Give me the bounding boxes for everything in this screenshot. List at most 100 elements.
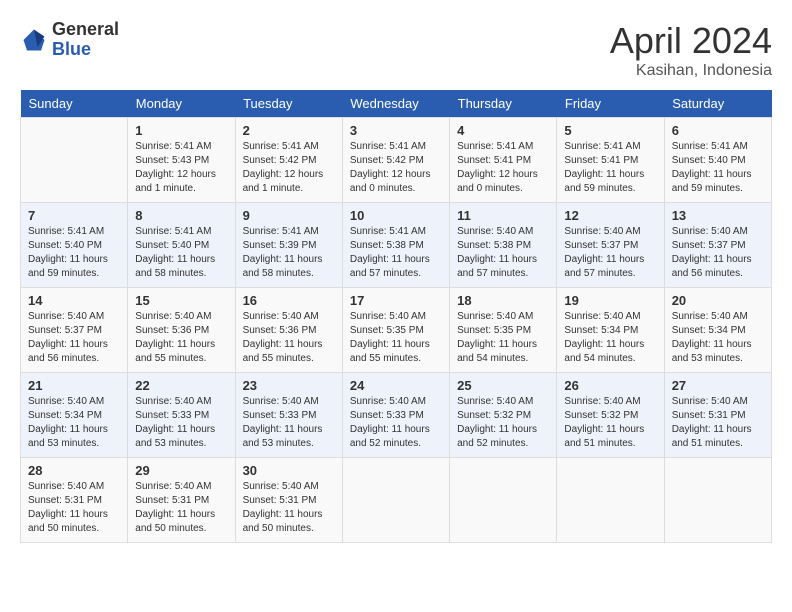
day-number: 21 [28,378,120,393]
calendar-cell [664,458,771,543]
week-row-4: 21 Sunrise: 5:40 AM Sunset: 5:34 PM Dayli… [21,373,772,458]
calendar-cell: 13 Sunrise: 5:40 AM Sunset: 5:37 PM Dayli… [664,203,771,288]
week-row-1: 1 Sunrise: 5:41 AM Sunset: 5:43 PM Daylig… [21,118,772,203]
day-info: Sunrise: 5:40 AM Sunset: 5:34 PM Dayligh… [28,395,120,451]
calendar-cell: 6 Sunrise: 5:41 AM Sunset: 5:40 PM Daylig… [664,118,771,203]
week-row-3: 14 Sunrise: 5:40 AM Sunset: 5:37 PM Dayli… [21,288,772,373]
calendar-cell: 26 Sunrise: 5:40 AM Sunset: 5:32 PM Dayli… [557,373,664,458]
day-number: 7 [28,208,120,223]
calendar-cell: 25 Sunrise: 5:40 AM Sunset: 5:32 PM Dayli… [450,373,557,458]
day-info: Sunrise: 5:40 AM Sunset: 5:33 PM Dayligh… [350,395,442,451]
day-info: Sunrise: 5:40 AM Sunset: 5:33 PM Dayligh… [243,395,335,451]
weekday-header-row: SundayMondayTuesdayWednesdayThursdayFrid… [21,90,772,118]
week-row-5: 28 Sunrise: 5:40 AM Sunset: 5:31 PM Dayli… [21,458,772,543]
day-number: 2 [243,123,335,138]
day-info: Sunrise: 5:40 AM Sunset: 5:31 PM Dayligh… [135,480,227,536]
calendar-cell: 9 Sunrise: 5:41 AM Sunset: 5:39 PM Daylig… [235,203,342,288]
calendar-cell [342,458,449,543]
day-number: 11 [457,208,549,223]
calendar-table: SundayMondayTuesdayWednesdayThursdayFrid… [20,90,772,543]
day-info: Sunrise: 5:40 AM Sunset: 5:36 PM Dayligh… [243,310,335,366]
day-info: Sunrise: 5:40 AM Sunset: 5:31 PM Dayligh… [28,480,120,536]
day-info: Sunrise: 5:41 AM Sunset: 5:41 PM Dayligh… [457,140,549,196]
day-info: Sunrise: 5:41 AM Sunset: 5:42 PM Dayligh… [243,140,335,196]
day-number: 20 [672,293,764,308]
day-info: Sunrise: 5:40 AM Sunset: 5:34 PM Dayligh… [564,310,656,366]
day-info: Sunrise: 5:40 AM Sunset: 5:31 PM Dayligh… [672,395,764,451]
weekday-header-thursday: Thursday [450,90,557,118]
day-number: 30 [243,463,335,478]
day-number: 13 [672,208,764,223]
calendar-cell: 1 Sunrise: 5:41 AM Sunset: 5:43 PM Daylig… [128,118,235,203]
day-info: Sunrise: 5:41 AM Sunset: 5:40 PM Dayligh… [28,225,120,281]
day-info: Sunrise: 5:41 AM Sunset: 5:43 PM Dayligh… [135,140,227,196]
day-number: 8 [135,208,227,223]
calendar-cell: 12 Sunrise: 5:40 AM Sunset: 5:37 PM Dayli… [557,203,664,288]
day-number: 6 [672,123,764,138]
day-number: 27 [672,378,764,393]
calendar-cell: 27 Sunrise: 5:40 AM Sunset: 5:31 PM Dayli… [664,373,771,458]
day-number: 12 [564,208,656,223]
day-number: 10 [350,208,442,223]
weekday-header-sunday: Sunday [21,90,128,118]
calendar-cell [557,458,664,543]
calendar-cell: 23Sunrise: 5:40 AM Sunset: 5:33 PM Dayli… [235,373,342,458]
day-info: Sunrise: 5:40 AM Sunset: 5:32 PM Dayligh… [457,395,549,451]
day-number: 26 [564,378,656,393]
calendar-cell: 29 Sunrise: 5:40 AM Sunset: 5:31 PM Dayli… [128,458,235,543]
weekday-header-tuesday: Tuesday [235,90,342,118]
day-info: Sunrise: 5:40 AM Sunset: 5:37 PM Dayligh… [672,225,764,281]
day-info: Sunrise: 5:41 AM Sunset: 5:40 PM Dayligh… [135,225,227,281]
week-row-2: 7 Sunrise: 5:41 AM Sunset: 5:40 PM Daylig… [21,203,772,288]
day-info: Sunrise: 5:41 AM Sunset: 5:41 PM Dayligh… [564,140,656,196]
calendar-cell: 18Sunrise: 5:40 AM Sunset: 5:35 PM Dayli… [450,288,557,373]
day-number: 25 [457,378,549,393]
calendar-cell: 10 Sunrise: 5:41 AM Sunset: 5:38 PM Dayli… [342,203,449,288]
day-number: 29 [135,463,227,478]
logo: General Blue [20,20,119,60]
calendar-cell: 5 Sunrise: 5:41 AM Sunset: 5:41 PM Daylig… [557,118,664,203]
day-info: Sunrise: 5:41 AM Sunset: 5:39 PM Dayligh… [243,225,335,281]
day-number: 5 [564,123,656,138]
day-number: 9 [243,208,335,223]
calendar-cell: 19 Sunrise: 5:40 AM Sunset: 5:34 PM Dayli… [557,288,664,373]
day-info: Sunrise: 5:40 AM Sunset: 5:37 PM Dayligh… [564,225,656,281]
day-info: Sunrise: 5:40 AM Sunset: 5:35 PM Dayligh… [350,310,442,366]
day-info: Sunrise: 5:40 AM Sunset: 5:31 PM Dayligh… [243,480,335,536]
day-info: Sunrise: 5:41 AM Sunset: 5:42 PM Dayligh… [350,140,442,196]
logo-blue-text: Blue [52,40,119,60]
calendar-cell: 16Sunrise: 5:40 AM Sunset: 5:36 PM Dayli… [235,288,342,373]
month-title: April 2024 [610,20,772,62]
day-number: 28 [28,463,120,478]
day-info: Sunrise: 5:40 AM Sunset: 5:32 PM Dayligh… [564,395,656,451]
day-info: Sunrise: 5:41 AM Sunset: 5:40 PM Dayligh… [672,140,764,196]
day-number: 22 [135,378,227,393]
calendar-cell: 15 Sunrise: 5:40 AM Sunset: 5:36 PM Dayli… [128,288,235,373]
calendar-cell [21,118,128,203]
day-number: 15 [135,293,227,308]
calendar-cell: 11 Sunrise: 5:40 AM Sunset: 5:38 PM Dayli… [450,203,557,288]
day-info: Sunrise: 5:40 AM Sunset: 5:34 PM Dayligh… [672,310,764,366]
day-number: 17 [350,293,442,308]
title-block: April 2024 Kasihan, Indonesia [610,20,772,80]
day-info: Sunrise: 5:40 AM Sunset: 5:33 PM Dayligh… [135,395,227,451]
day-number: 24 [350,378,442,393]
day-number: 18 [457,293,549,308]
calendar-cell: 28 Sunrise: 5:40 AM Sunset: 5:31 PM Dayli… [21,458,128,543]
weekday-header-wednesday: Wednesday [342,90,449,118]
day-info: Sunrise: 5:40 AM Sunset: 5:38 PM Dayligh… [457,225,549,281]
calendar-cell: 21 Sunrise: 5:40 AM Sunset: 5:34 PM Dayli… [21,373,128,458]
page-header: General Blue April 2024 Kasihan, Indones… [20,20,772,80]
day-number: 19 [564,293,656,308]
day-number: 3 [350,123,442,138]
calendar-cell: 14 Sunrise: 5:40 AM Sunset: 5:37 PM Dayli… [21,288,128,373]
calendar-cell: 22 Sunrise: 5:40 AM Sunset: 5:33 PM Dayli… [128,373,235,458]
day-info: Sunrise: 5:40 AM Sunset: 5:36 PM Dayligh… [135,310,227,366]
calendar-cell: 8 Sunrise: 5:41 AM Sunset: 5:40 PM Daylig… [128,203,235,288]
day-number: 14 [28,293,120,308]
day-number: 1 [135,123,227,138]
day-info: Sunrise: 5:41 AM Sunset: 5:38 PM Dayligh… [350,225,442,281]
day-number: 4 [457,123,549,138]
logo-icon [20,26,48,54]
day-info: Sunrise: 5:40 AM Sunset: 5:37 PM Dayligh… [28,310,120,366]
